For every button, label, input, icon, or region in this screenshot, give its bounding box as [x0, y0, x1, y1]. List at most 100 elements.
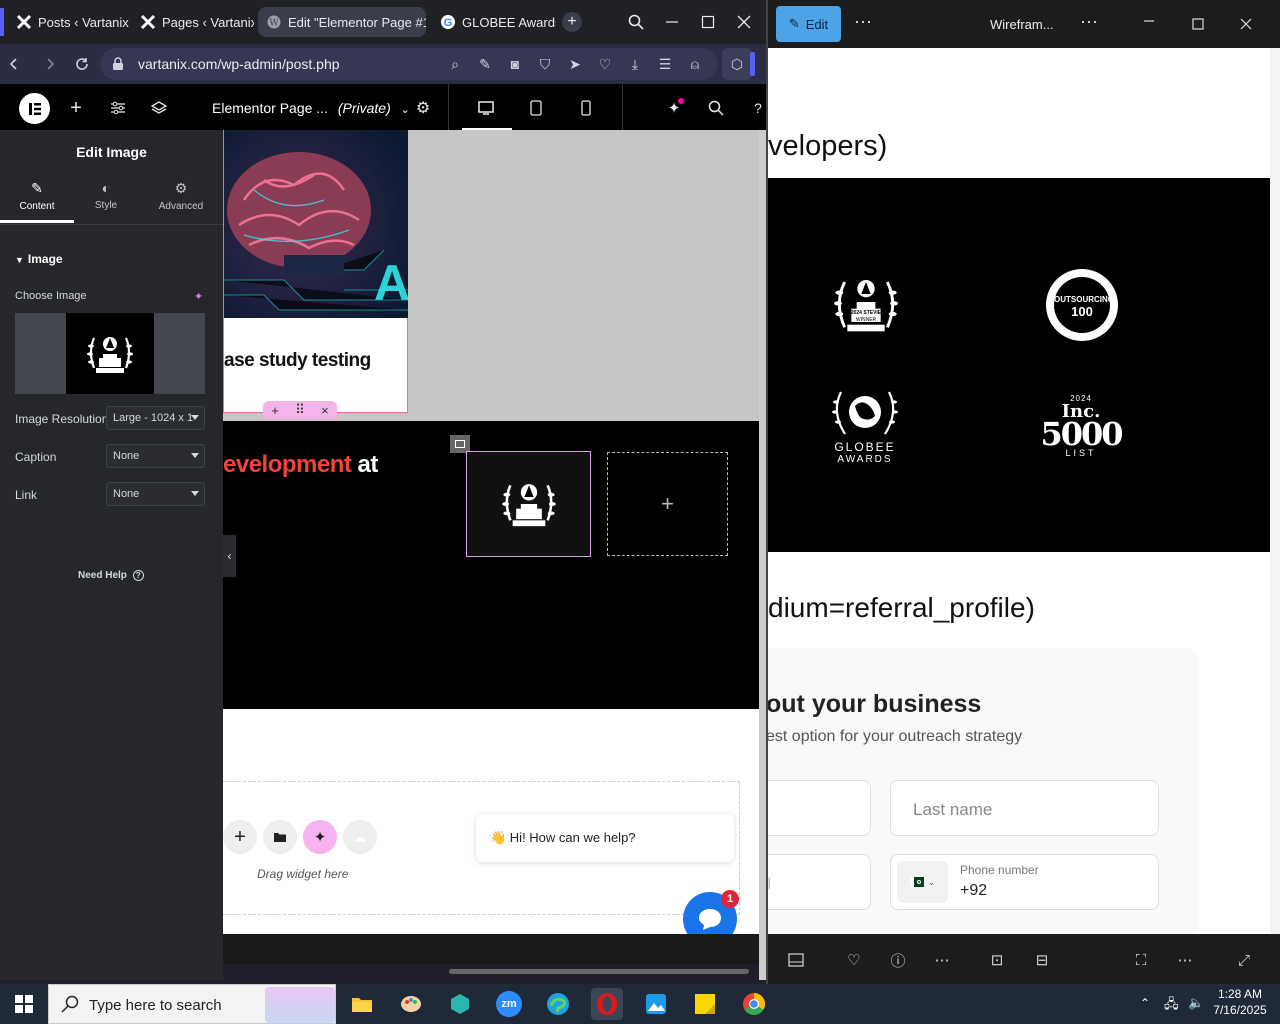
help-icon[interactable]: ? — [746, 96, 766, 120]
more-options-icon[interactable]: ⋯ — [854, 12, 872, 33]
awards-section[interactable]: evelopment at + — [223, 421, 759, 709]
close-button[interactable] — [732, 10, 756, 34]
info-icon[interactable]: ⓘ — [887, 949, 909, 971]
app-hex-icon[interactable] — [444, 988, 476, 1020]
zoom-icon[interactable]: ⌕ — [445, 54, 465, 74]
template-folder-button[interactable] — [263, 820, 297, 854]
profile-icon[interactable]: ⍝ — [685, 54, 705, 74]
image-preview[interactable] — [15, 313, 205, 394]
link-select[interactable]: None — [106, 482, 205, 506]
paint-app-icon[interactable] — [395, 988, 427, 1020]
collapse-panel-icon[interactable]: ‹ — [223, 535, 236, 577]
tab-pages[interactable]: Pages ‹ Vartanix — — [132, 7, 254, 37]
heart-icon[interactable]: ♡ — [595, 54, 615, 74]
expand-icon[interactable]: ⤢ — [1233, 949, 1255, 971]
scroll-thumb[interactable] — [449, 969, 749, 974]
add-icon[interactable]: + — [271, 403, 279, 418]
heart-icon[interactable]: ♡ — [843, 949, 865, 971]
desktop-view-icon[interactable] — [474, 96, 498, 120]
opera-browser-icon[interactable] — [591, 988, 623, 1020]
maximize-button[interactable] — [696, 10, 720, 34]
tab-globee[interactable]: G GLOBEE Awards Ic — [432, 7, 556, 37]
download-icon[interactable]: ⤓ — [625, 54, 645, 74]
drag-icon[interactable]: ⠿ — [295, 402, 305, 418]
send-icon[interactable]: ➤ — [565, 54, 585, 74]
search-icon[interactable] — [704, 96, 728, 120]
gear-icon[interactable]: ⚙ — [411, 96, 435, 120]
chat-greeting-bubble[interactable]: 👋 Hi! How can we help? — [476, 814, 734, 862]
horizontal-scrollbar[interactable] — [223, 964, 763, 980]
kit-button[interactable]: ☁ — [343, 820, 377, 854]
zoom-app-icon[interactable]: zm — [493, 988, 525, 1020]
first-name-field[interactable] — [768, 780, 871, 836]
new-tab-button[interactable]: + — [562, 12, 582, 32]
taskbar-search-box[interactable]: Type here to search — [48, 984, 336, 1024]
need-help-link[interactable]: Need Help ? — [78, 570, 144, 581]
edit-button[interactable]: ✎ Edit — [776, 6, 841, 42]
image-resolution-select[interactable]: Large - 1024 x 1 — [106, 406, 205, 430]
tab-content[interactable]: ✎ Content — [0, 180, 74, 222]
ai-sparkle-button[interactable]: ✦ — [303, 820, 337, 854]
clock[interactable]: 1:28 AM 7/16/2025 — [1212, 987, 1268, 1017]
ai-sparkle-icon[interactable]: ✦ — [194, 290, 203, 303]
maximize-button[interactable] — [1192, 17, 1204, 35]
minimize-button[interactable] — [660, 10, 684, 34]
menu-lines-icon[interactable]: ☰ — [655, 54, 675, 74]
lock-icon[interactable] — [108, 54, 128, 74]
forward-icon[interactable] — [40, 54, 60, 74]
settings-sliders-icon[interactable] — [106, 96, 130, 120]
network-icon[interactable]: 🖧 — [1164, 995, 1179, 1017]
tab-posts[interactable]: Posts ‹ Vartanix — — [8, 7, 130, 37]
more-options-icon[interactable]: ⋯ — [1174, 949, 1196, 971]
drop-area[interactable]: + ✦ ☁ Drag widget here 👋 Hi! How can we … — [223, 781, 740, 915]
tablet-view-icon[interactable] — [524, 96, 548, 120]
back-icon[interactable] — [4, 54, 24, 74]
notifications-icon[interactable]: ✦ — [662, 96, 686, 120]
vertical-scrollbar[interactable] — [759, 130, 766, 980]
preview-scrollbar[interactable] — [1270, 48, 1280, 934]
section-header-image[interactable]: ▼ Image — [15, 252, 63, 266]
section-handle[interactable]: + ⠿ × — [263, 401, 337, 419]
page-title[interactable]: Elementor Page ... (Private) ⌄ — [212, 100, 410, 116]
tab-style[interactable]: ◐ Style — [69, 180, 143, 222]
post-card[interactable]: A ase study testing — [223, 130, 408, 413]
volume-icon[interactable]: 🔈 — [1188, 995, 1204, 1011]
extension-button[interactable]: ⬡ — [722, 48, 752, 80]
visual-search-icon[interactable]: ⊡ — [986, 949, 1008, 971]
more-options-icon[interactable]: ⋯ — [931, 949, 953, 971]
chrome-browser-icon[interactable] — [738, 988, 770, 1020]
sticky-notes-icon[interactable] — [689, 988, 721, 1020]
reload-icon[interactable] — [72, 54, 92, 74]
caption-select[interactable]: None — [106, 444, 205, 468]
country-select[interactable]: ⌄ — [897, 861, 948, 903]
selected-image-widget[interactable] — [466, 451, 591, 557]
add-element-icon[interactable]: + — [64, 96, 88, 120]
windows-start-icon[interactable] — [8, 988, 40, 1020]
show-hidden-icons[interactable]: ⌃ — [1140, 996, 1150, 1010]
tab-edit-elementor[interactable]: W Edit "Elementor Page #10 — [258, 7, 426, 37]
minimize-button[interactable] — [1143, 14, 1155, 32]
last-name-field[interactable]: Last name — [890, 780, 1159, 836]
edge-browser-icon[interactable] — [542, 988, 574, 1020]
tab-advanced[interactable]: ⚙ Advanced — [144, 180, 218, 222]
shield-icon[interactable]: ⛉ — [535, 54, 555, 74]
close-button[interactable] — [1240, 17, 1252, 35]
camera-icon[interactable]: ◙ — [505, 54, 525, 74]
add-widget-button[interactable]: + — [223, 820, 257, 854]
close-icon[interactable]: × — [321, 403, 329, 418]
photos-app-icon[interactable] — [640, 988, 672, 1020]
filmstrip-icon[interactable] — [785, 949, 807, 971]
edit-page-icon[interactable]: ✎ — [475, 54, 495, 74]
text-extract-icon[interactable]: ⊟ — [1031, 949, 1053, 971]
fit-screen-icon[interactable]: ⛶ — [1130, 949, 1152, 971]
phone-field[interactable]: ⌄ Phone number +92 — [890, 854, 1159, 910]
layers-icon[interactable] — [147, 96, 171, 120]
email-field[interactable]: il — [768, 854, 871, 910]
search-tabs-icon[interactable] — [624, 10, 648, 34]
more-options-icon[interactable]: ⋯ — [1080, 12, 1098, 33]
file-explorer-icon[interactable] — [346, 988, 378, 1020]
mobile-view-icon[interactable] — [574, 96, 598, 120]
elementor-logo-icon[interactable] — [19, 93, 50, 124]
empty-column-add[interactable]: + — [607, 452, 728, 556]
url-text[interactable]: vartanix.com/wp-admin/post.php — [138, 56, 340, 72]
